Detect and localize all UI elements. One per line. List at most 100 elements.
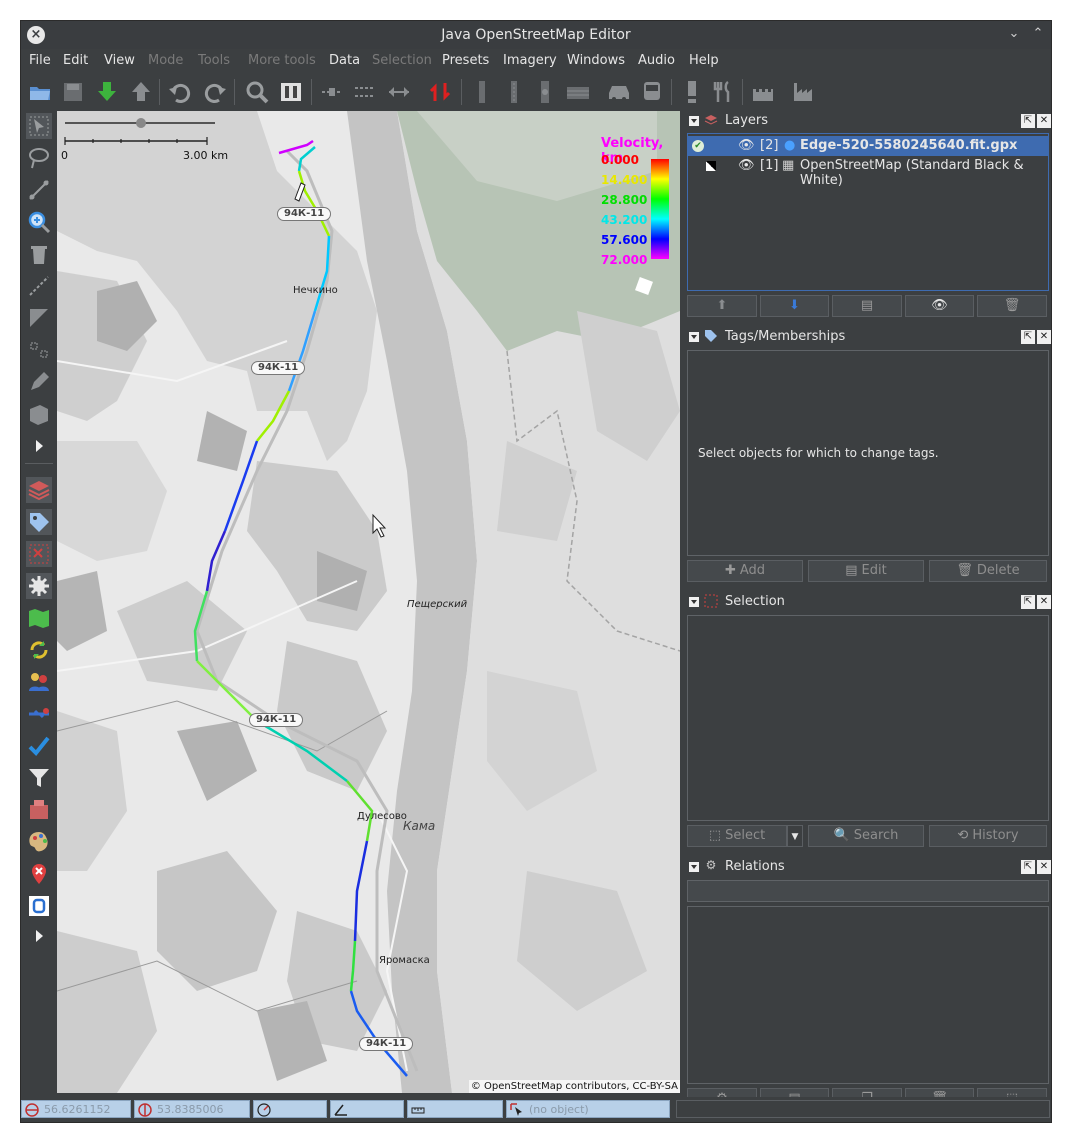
detach-selection-icon[interactable]: ⇱ [1021, 595, 1035, 609]
menu-presets[interactable]: Presets [442, 53, 489, 68]
collapse-relations-icon[interactable] [689, 862, 699, 872]
upload-icon[interactable] [128, 79, 154, 105]
tags-toggle-icon[interactable] [26, 509, 52, 535]
maximize-window-icon[interactable]: ⌃ [1029, 26, 1047, 41]
select-dropdown-button[interactable]: ▼ [787, 825, 803, 847]
collapse-selection-icon[interactable] [689, 597, 699, 607]
close-tags-icon[interactable]: ✕ [1037, 330, 1051, 344]
preset-castle-icon[interactable] [750, 79, 776, 105]
open-file-icon[interactable] [27, 79, 53, 105]
menu-edit[interactable]: Edit [63, 53, 88, 68]
detach-tags-icon[interactable]: ⇱ [1021, 330, 1035, 344]
lasso-mode-icon[interactable] [26, 145, 52, 171]
collapse-tags-icon[interactable] [689, 332, 699, 342]
layer-row-gpx[interactable]: ✔ 👁 [2] ● Edge-520-5580245640.fit.gpx [688, 136, 1048, 156]
close-relations-icon[interactable]: ✕ [1037, 860, 1051, 874]
tag-icon [703, 328, 719, 344]
layer-row-osm[interactable]: 👁 [1] ▦ OpenStreetMap (Standard Black & … [688, 156, 1048, 188]
close-layers-icon[interactable]: ✕ [1037, 114, 1051, 128]
map-attribution[interactable]: © OpenStreetMap contributors, CC-BY-SA [468, 1080, 680, 1093]
redo-icon[interactable] [202, 79, 228, 105]
menu-imagery[interactable]: Imagery [503, 53, 557, 68]
map-style-icon[interactable] [26, 829, 52, 855]
menu-help[interactable]: Help [689, 53, 719, 68]
relations-filter-input[interactable] [687, 880, 1049, 902]
filter-icon[interactable] [26, 765, 52, 791]
edit-tag-button[interactable]: ▤ Edit [808, 560, 924, 582]
preset-industrial-icon[interactable] [791, 79, 817, 105]
extrude-mode-icon[interactable] [26, 337, 52, 363]
menu-tools[interactable]: Tools [198, 53, 230, 68]
menu-view[interactable]: View [104, 53, 135, 68]
zoom-icon[interactable] [244, 79, 270, 105]
legend-value: 43.200 [601, 213, 648, 227]
menu-windows[interactable]: Windows [567, 53, 625, 68]
imagery-map-icon: ▦ [782, 158, 795, 173]
layer-visible-eye-icon[interactable]: 👁 [738, 158, 755, 173]
building-mode-icon[interactable] [26, 401, 52, 427]
map-paint-icon[interactable] [26, 605, 52, 631]
command-stack-icon[interactable] [26, 701, 52, 727]
search-button[interactable]: 🔍 Search [808, 825, 924, 847]
preset-bus-icon[interactable] [639, 79, 665, 105]
save-icon[interactable] [60, 79, 86, 105]
zoom-mode-icon[interactable] [26, 209, 52, 235]
preset-car-icon[interactable] [606, 79, 632, 105]
move-layer-up-button[interactable]: ⬆ [687, 295, 757, 317]
map-view[interactable]: 0 3.00 km Velocity, km 0.000 14.400 28.8… [57, 111, 680, 1093]
relations-toggle-icon[interactable] [26, 573, 52, 599]
layer-visible-eye-icon[interactable]: 👁 [738, 138, 755, 153]
menu-more-tools[interactable]: More tools [248, 53, 316, 68]
preset-restaurant-icon[interactable] [710, 79, 736, 105]
preset-emergency-icon[interactable] [679, 79, 705, 105]
notes-icon[interactable] [26, 861, 52, 887]
preset-fence-icon[interactable] [501, 79, 527, 105]
add-tag-button[interactable]: ✚ Add [687, 560, 803, 582]
menu-file[interactable]: File [29, 53, 51, 68]
preferences-icon[interactable] [278, 79, 304, 105]
delete-mode-icon[interactable] [26, 241, 52, 267]
collapse-layers-icon[interactable] [689, 116, 699, 126]
layer-active-check-icon[interactable]: ✔ [692, 140, 704, 152]
layer-opacity-icon[interactable] [706, 161, 716, 171]
preset-wall-icon[interactable] [469, 79, 495, 105]
move-icon[interactable] [427, 79, 453, 105]
download-icon[interactable] [94, 79, 120, 105]
combine-way-icon[interactable] [352, 79, 378, 105]
minimap-icon[interactable] [26, 893, 52, 919]
preset-steps-icon[interactable] [565, 79, 591, 105]
author-icon[interactable] [26, 669, 52, 695]
history-button[interactable]: ⟲ History [929, 825, 1047, 847]
close-selection-icon[interactable]: ✕ [1037, 595, 1051, 609]
move-layer-down-button[interactable]: ⬇ [760, 295, 829, 317]
split-way-icon[interactable] [319, 79, 345, 105]
improve-way-icon[interactable] [26, 305, 52, 331]
parallel-mode-icon[interactable] [26, 273, 52, 299]
detach-relations-icon[interactable]: ⇱ [1021, 860, 1035, 874]
minimize-window-icon[interactable]: ⌄ [1005, 26, 1023, 41]
select-mode-icon[interactable] [26, 113, 52, 139]
changeset-icon[interactable] [26, 797, 52, 823]
show-hide-layer-button[interactable]: 👁 [905, 295, 974, 317]
detach-layers-icon[interactable]: ⇱ [1021, 114, 1035, 128]
expand-tools-icon[interactable] [26, 433, 52, 459]
conflict-icon[interactable] [26, 637, 52, 663]
undo-icon[interactable] [167, 79, 193, 105]
merge-layer-button[interactable]: ▤ [832, 295, 902, 317]
menu-data[interactable]: Data [329, 53, 360, 68]
pencil-mode-icon[interactable] [26, 369, 52, 395]
menu-mode[interactable]: Mode [148, 53, 183, 68]
delete-layer-button[interactable]: 🗑 [977, 295, 1047, 317]
preset-gate-icon[interactable] [532, 79, 558, 105]
layer-index: [1] [760, 158, 779, 173]
select-button[interactable]: ⬚ Select [687, 825, 787, 847]
validation-icon[interactable] [26, 733, 52, 759]
delete-tag-button[interactable]: 🗑 Delete [929, 560, 1047, 582]
layers-toggle-icon[interactable] [26, 477, 52, 503]
expand-dialogs-icon[interactable] [26, 923, 52, 949]
reverse-way-icon[interactable] [386, 79, 412, 105]
draw-mode-icon[interactable] [26, 177, 52, 203]
menu-selection[interactable]: Selection [372, 53, 432, 68]
selection-toggle-icon[interactable] [26, 541, 52, 567]
menu-audio[interactable]: Audio [638, 53, 675, 68]
